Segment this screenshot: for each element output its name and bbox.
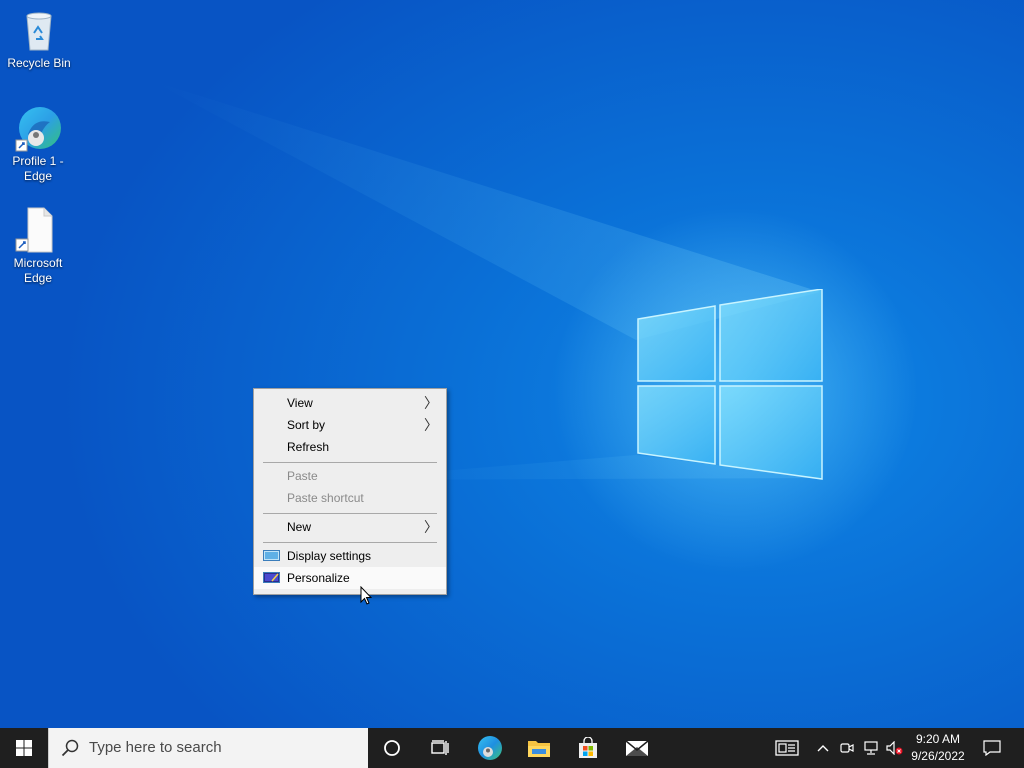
menu-item-label: Paste	[287, 469, 318, 483]
news-and-interests-button[interactable]	[772, 728, 802, 768]
task-view-button[interactable]	[418, 728, 462, 768]
menu-item-sort-by[interactable]: Sort by 〉	[254, 414, 446, 436]
taskbar-search-box[interactable]: Type here to search	[48, 728, 368, 768]
desktop-context-menu: View 〉 Sort by 〉 Refresh Paste Paste sho…	[253, 388, 447, 595]
desktop-icon-recycle-bin[interactable]: Recycle Bin	[1, 6, 77, 71]
menu-item-label: Refresh	[287, 440, 330, 454]
chevron-right-icon: 〉	[424, 417, 438, 433]
store-icon	[579, 737, 597, 758]
start-button[interactable]	[0, 728, 48, 768]
menu-separator	[263, 513, 437, 514]
menu-separator	[263, 462, 437, 463]
desktop-icon-profile-edge[interactable]: Profile 1 - Edge	[0, 104, 76, 184]
menu-item-label: Display settings	[287, 549, 372, 563]
recycle-bin-icon	[15, 6, 63, 54]
wallpaper-light-beams	[150, 80, 820, 480]
menu-item-label: New	[287, 520, 312, 534]
desktop-icon-label: Profile 1 - Edge	[12, 154, 64, 183]
clock-time: 9:20 AM	[915, 732, 961, 746]
chevron-right-icon: 〉	[424, 395, 438, 411]
desktop-icon-label: Recycle Bin	[7, 56, 71, 70]
taskbar: Type here to search 9:20 AM 9/26/2022	[0, 728, 1024, 768]
network-button[interactable]	[860, 728, 882, 768]
network-icon	[864, 741, 878, 755]
volume-button[interactable]	[884, 728, 906, 768]
personalize-icon	[263, 572, 280, 583]
search-icon	[61, 739, 79, 757]
action-center-button[interactable]	[978, 728, 1006, 768]
meet-now-button[interactable]	[836, 728, 858, 768]
taskbar-app-mail[interactable]	[615, 728, 659, 768]
cortana-icon	[384, 740, 400, 756]
menu-item-label: Sort by	[287, 418, 326, 432]
mail-icon	[625, 740, 649, 756]
meet-now-icon	[840, 743, 854, 753]
show-hidden-icons-button[interactable]	[812, 728, 834, 768]
chevron-up-icon	[817, 745, 829, 752]
menu-item-personalize[interactable]: Personalize	[254, 567, 446, 589]
menu-item-new[interactable]: New 〉	[254, 516, 446, 538]
clock-date: 9/26/2022	[911, 749, 965, 763]
menu-item-paste: Paste	[254, 465, 446, 487]
chevron-right-icon: 〉	[424, 519, 438, 535]
search-placeholder: Type here to search	[89, 739, 222, 756]
display-icon	[263, 550, 280, 561]
volume-muted-icon	[886, 741, 903, 755]
notification-icon	[983, 740, 1001, 756]
menu-item-display-settings[interactable]: Display settings	[254, 545, 446, 567]
menu-item-label: Personalize	[287, 571, 350, 585]
mouse-cursor-icon	[360, 586, 372, 605]
desktop-icon-microsoft-edge[interactable]: Microsoft Edge	[0, 206, 76, 286]
taskbar-app-store[interactable]	[566, 728, 610, 768]
menu-item-refresh[interactable]: Refresh	[254, 436, 446, 458]
taskbar-clock[interactable]: 9:20 AM 9/26/2022	[905, 731, 971, 765]
windows-start-icon	[16, 740, 32, 756]
taskbar-app-edge[interactable]	[468, 728, 512, 768]
menu-item-label: View	[287, 396, 313, 410]
edge-icon	[478, 736, 502, 760]
desktop[interactable]: Recycle Bin Profile 1 - Edge Microsoft E…	[0, 0, 1024, 728]
menu-item-view[interactable]: View 〉	[254, 392, 446, 414]
menu-item-paste-shortcut: Paste shortcut	[254, 487, 446, 509]
menu-item-label: Paste shortcut	[287, 491, 364, 505]
task-view-icon	[431, 740, 449, 755]
taskbar-app-file-explorer[interactable]	[517, 728, 561, 768]
menu-separator	[263, 542, 437, 543]
windows-logo-wallpaper	[637, 289, 823, 480]
shortcut-file-icon	[14, 206, 62, 254]
news-icon	[775, 740, 799, 756]
desktop-icon-label: Microsoft Edge	[13, 256, 63, 285]
cortana-button[interactable]	[370, 728, 414, 768]
file-explorer-icon	[528, 741, 550, 757]
edge-profile-icon	[14, 104, 62, 152]
